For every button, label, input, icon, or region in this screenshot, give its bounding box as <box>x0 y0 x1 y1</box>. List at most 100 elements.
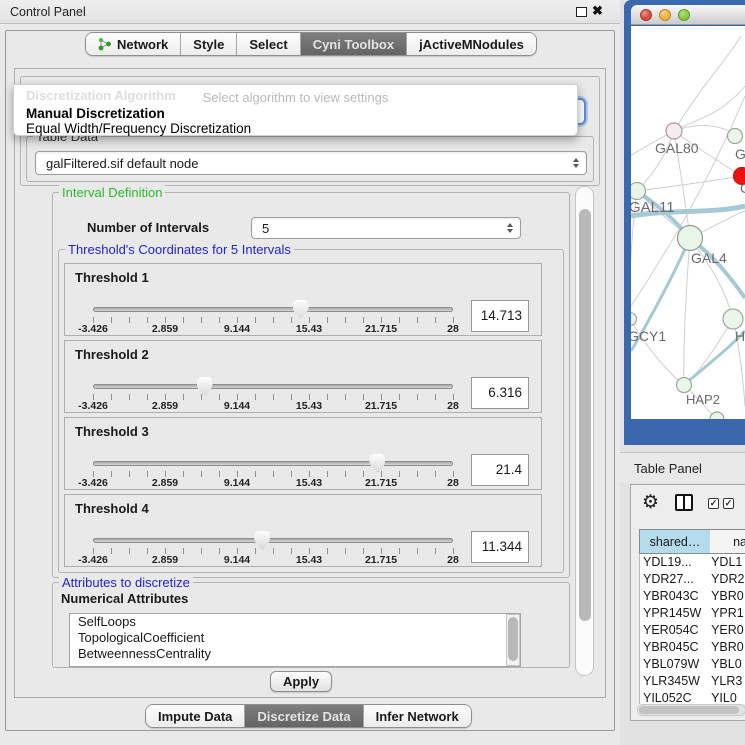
table-row[interactable]: YLR345WYLR3 <box>640 673 745 690</box>
network-node[interactable] <box>710 412 724 419</box>
column-header-name[interactable]: na <box>710 529 745 554</box>
threshold-slider[interactable]: -3.4262.8599.14415.4321.71528 <box>93 531 454 567</box>
slider-track[interactable] <box>93 384 453 389</box>
table-hscrollbar-thumb[interactable] <box>639 706 739 714</box>
zoom-light[interactable] <box>678 9 690 21</box>
control-panel-titlebar[interactable]: Control Panel ✖ <box>0 0 620 24</box>
tick-label: 2.859 <box>129 400 201 412</box>
control-panel-window: Control Panel ✖ Network Style Select Cyn… <box>0 0 620 745</box>
network-node[interactable] <box>723 309 743 329</box>
table-horizontal-scrollbar[interactable] <box>637 704 745 716</box>
node-table[interactable]: YDL19...YDL1YDR27...YDR2YBR043CYBR0YPR14… <box>639 554 745 704</box>
threshold-label: Threshold 1 <box>75 270 149 285</box>
threshold-value-field[interactable]: 14.713 <box>471 300 529 332</box>
network-node[interactable] <box>631 183 646 200</box>
tab-select-label: Select <box>249 37 287 52</box>
tab-network[interactable]: Network <box>86 33 181 55</box>
application-root: Control Panel ✖ Network Style Select Cyn… <box>0 0 745 745</box>
tick-label: 15.43 <box>273 400 345 412</box>
cell-name: YPR1 <box>708 605 745 622</box>
tab-impute-data[interactable]: Impute Data <box>146 705 245 727</box>
cell-shared-name: YBR045C <box>640 639 708 656</box>
tab-cyni-toolbox[interactable]: Cyni Toolbox <box>301 33 407 55</box>
table-row[interactable]: YER054CYER0 <box>640 622 745 639</box>
checkbox-icon[interactable]: ✓ <box>723 498 734 509</box>
table-panel-titlebar[interactable]: Table Panel <box>620 452 745 482</box>
network-edge <box>674 126 735 136</box>
threshold-value-field[interactable]: 21.4 <box>471 454 529 486</box>
combobox-stepper-icon <box>507 223 513 233</box>
attribute-list-item[interactable]: TopologicalCoefficient <box>70 630 520 646</box>
threshold-value-field[interactable]: 11.344 <box>471 531 529 563</box>
table-row[interactable]: YBR045CYBR0 <box>640 639 745 656</box>
threshold-panel: Threshold 2-3.4262.8599.14415.4321.71528… <box>64 340 542 413</box>
threshold-label: Threshold 3 <box>75 424 149 439</box>
checkbox-icon[interactable]: ✓ <box>708 498 719 509</box>
attributes-scrollbar-thumb[interactable] <box>508 617 518 661</box>
attribute-list-item[interactable]: BetweennessCentrality <box>70 646 520 662</box>
settings-scrollbar[interactable] <box>575 186 594 676</box>
tick-label: 2.859 <box>129 477 201 489</box>
column-header-shared-name[interactable]: shared… <box>639 529 711 554</box>
table-row[interactable]: YPR145WYPR1 <box>640 605 745 622</box>
algorithm-option[interactable]: Equal Width/Frequency Discretization <box>14 121 577 136</box>
node-label: GAL4 <box>691 250 727 266</box>
network-node[interactable] <box>728 129 743 144</box>
close-icon[interactable]: ✖ <box>592 3 603 19</box>
network-edge <box>684 238 690 385</box>
thresholds-group: Threshold's Coordinates for 5 Intervals … <box>58 249 564 573</box>
network-node[interactable] <box>677 378 692 393</box>
interval-definition-group: Interval Definition Number of Intervals … <box>52 192 570 578</box>
table-row[interactable]: YDL19...YDL1 <box>640 554 745 571</box>
threshold-slider[interactable]: -3.4262.8599.14415.4321.71528 <box>93 377 454 413</box>
table-panel-title: Table Panel <box>634 461 702 476</box>
table-row[interactable]: YBR043CYBR0 <box>640 588 745 605</box>
table-row[interactable]: YDR27...YDR2 <box>640 571 745 588</box>
cell-shared-name: YPR145W <box>640 605 708 622</box>
slider-track[interactable] <box>93 538 453 543</box>
thresholds-group-label: Threshold's Coordinates for 5 Intervals <box>65 242 294 257</box>
settings-scrollbar-thumb[interactable] <box>579 209 591 621</box>
tab-jactivemnodules-label: jActiveMNodules <box>419 37 524 52</box>
cell-name: YDR2 <box>708 571 745 588</box>
tick-label: -3.426 <box>57 400 129 412</box>
tab-discretize-data-label: Discretize Data <box>257 709 350 724</box>
attribute-list-item[interactable]: SelfLoops <box>70 614 520 630</box>
threshold-value-field[interactable]: 6.316 <box>471 377 529 409</box>
slider-track[interactable] <box>93 307 453 312</box>
numerical-attributes-list[interactable]: SelfLoopsTopologicalCoefficientBetweenne… <box>69 613 521 667</box>
tab-discretize-data[interactable]: Discretize Data <box>245 705 363 727</box>
minimize-light[interactable] <box>659 9 671 21</box>
network-node[interactable] <box>678 226 703 251</box>
gear-icon[interactable]: ⚙ <box>642 491 659 514</box>
apply-button[interactable]: Apply <box>270 671 332 692</box>
threshold-slider[interactable]: -3.4262.8599.14415.4321.71528 <box>93 300 454 336</box>
tick-label: 15.43 <box>273 554 345 566</box>
number-of-intervals-value: 5 <box>262 221 269 236</box>
tab-select[interactable]: Select <box>237 33 300 55</box>
tab-style[interactable]: Style <box>181 33 237 55</box>
attributes-list-scrollbar[interactable] <box>506 614 520 666</box>
close-light[interactable] <box>640 9 652 21</box>
table-data-combobox[interactable]: galFiltered.sif default node <box>35 151 587 175</box>
table-data-selected-value: galFiltered.sif default node <box>46 156 198 171</box>
network-canvas[interactable]: GAL80GACGAL11GAL4GCY1HHAP2 <box>631 26 745 419</box>
tick-label: 15.43 <box>273 477 345 489</box>
tab-jactivemnodules[interactable]: jActiveMNodules <box>407 33 536 55</box>
network-icon <box>98 37 112 51</box>
slider-track[interactable] <box>93 461 453 466</box>
table-row[interactable]: YIL052CYIL0 <box>640 690 745 704</box>
network-node[interactable] <box>631 313 637 326</box>
network-node[interactable] <box>666 123 682 139</box>
table-panel-window: ⚙ ✓ ✓ shared… na YDL19...YDL1YDR27...YDR… <box>630 484 745 721</box>
tab-infer-network[interactable]: Infer Network <box>364 705 471 727</box>
float-window-icon[interactable] <box>576 7 587 17</box>
column-layout-icon[interactable] <box>675 494 693 511</box>
cell-name: YER0 <box>708 622 745 639</box>
number-of-intervals-combobox[interactable]: 5 <box>251 217 521 239</box>
threshold-slider[interactable]: -3.4262.8599.14415.4321.71528 <box>93 454 454 490</box>
tick-label: -3.426 <box>57 554 129 566</box>
network-window-titlebar[interactable] <box>631 5 745 25</box>
table-row[interactable]: YBL079WYBL0 <box>640 656 745 673</box>
algorithm-option[interactable]: Manual Discretization <box>14 106 577 121</box>
